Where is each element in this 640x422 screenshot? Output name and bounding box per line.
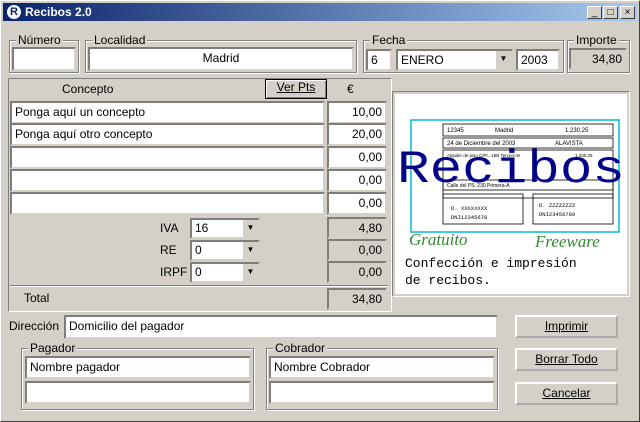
imprimir-button[interactable]: Imprimir bbox=[515, 315, 618, 338]
logo-tagline-1: Confección e impresión bbox=[405, 256, 577, 271]
pagador-label: Pagador bbox=[28, 341, 78, 355]
concepto-header: Concepto bbox=[62, 82, 114, 96]
receipt-city: Madrid bbox=[495, 128, 513, 134]
re-label: RE bbox=[160, 243, 177, 257]
receipt-payer-dni: DNI12345678 bbox=[451, 214, 487, 221]
amount-input-1[interactable]: 10,00 bbox=[327, 101, 387, 124]
receipt-collector-name: D. ZZZZZZZZ bbox=[539, 202, 576, 209]
amount-input-2[interactable]: 20,00 bbox=[327, 123, 387, 146]
concepto-input-2[interactable]: Ponga aquí otro concepto bbox=[10, 123, 325, 146]
logo-panel: 12345 Madrid 1.230,25 24 de Diciembre de… bbox=[395, 94, 627, 294]
chevron-down-icon[interactable]: ▼ bbox=[495, 51, 511, 69]
cobrador-name-input[interactable]: Nombre Cobrador bbox=[269, 356, 495, 379]
logo-freeware: Freeware bbox=[534, 232, 600, 251]
amount-input-5[interactable]: 0,00 bbox=[327, 192, 387, 215]
cancelar-button[interactable]: Cancelar bbox=[515, 382, 618, 405]
cancelar-label: Cancelar bbox=[542, 386, 591, 400]
ver-pts-button[interactable]: Ver Pts bbox=[265, 79, 327, 99]
importe-label: Importe bbox=[574, 33, 619, 47]
receipt-amount: 1.230,25 bbox=[565, 128, 589, 134]
window-title: Recibos 2.0 bbox=[25, 5, 92, 19]
app-icon: R bbox=[7, 5, 21, 19]
borrar-todo-label: Borrar Todo bbox=[535, 352, 598, 366]
cobrador-dni-input[interactable] bbox=[269, 381, 495, 404]
fecha-year-input[interactable]: 2003 bbox=[516, 49, 560, 71]
pagador-name-input[interactable]: Nombre pagador bbox=[25, 356, 251, 379]
fecha-day-input[interactable]: 6 bbox=[366, 49, 392, 71]
receipt-payer-name: D. XXXXXXXX bbox=[451, 205, 488, 212]
total-divider bbox=[10, 285, 388, 287]
receipt-collector-dni: DNI23456789 bbox=[539, 211, 575, 218]
re-amount: 0,00 bbox=[327, 239, 387, 261]
maximize-button[interactable]: □ bbox=[603, 6, 618, 19]
euro-header: € bbox=[347, 82, 354, 96]
numero-input[interactable] bbox=[12, 47, 76, 71]
re-select[interactable]: 0 ▼ bbox=[190, 240, 260, 261]
amount-input-4[interactable]: 0,00 bbox=[327, 169, 387, 192]
total-value: 34,80 bbox=[327, 288, 387, 310]
concepto-input-5[interactable] bbox=[10, 192, 325, 215]
chevron-down-icon[interactable]: ▼ bbox=[242, 220, 258, 237]
logo-title: Recibos bbox=[397, 144, 625, 196]
logo-illustration: 12345 Madrid 1.230,25 24 de Diciembre de… bbox=[397, 119, 625, 288]
fecha-month-value: ENERO bbox=[401, 53, 444, 67]
main-window: R Recibos 2.0 _ □ × Número Localidad Mad… bbox=[0, 0, 640, 422]
chevron-down-icon[interactable]: ▼ bbox=[242, 242, 258, 259]
iva-amount: 4,80 bbox=[327, 217, 387, 239]
total-label: Total bbox=[24, 291, 50, 305]
concepto-input-3[interactable] bbox=[10, 146, 325, 169]
direccion-input[interactable]: Domicilio del pagador bbox=[64, 315, 498, 339]
close-button[interactable]: × bbox=[620, 6, 635, 19]
imprimir-label: Imprimir bbox=[544, 319, 589, 333]
amount-input-3[interactable]: 0,00 bbox=[327, 146, 387, 169]
irpf-select[interactable]: 0 ▼ bbox=[190, 262, 260, 283]
irpf-amount: 0,00 bbox=[327, 261, 387, 283]
cobrador-label: Cobrador bbox=[273, 341, 328, 355]
iva-rate: 16 bbox=[195, 221, 209, 235]
localidad-label: Localidad bbox=[92, 33, 148, 47]
receipt-num: 12345 bbox=[447, 128, 464, 134]
direccion-label: Dirección bbox=[9, 319, 60, 333]
numero-label: Número bbox=[16, 33, 63, 47]
concepto-input-4[interactable] bbox=[10, 169, 325, 192]
importe-value: 34,80 bbox=[569, 48, 627, 70]
logo-tagline-2: de recibos. bbox=[405, 273, 491, 288]
iva-label: IVA bbox=[160, 221, 179, 235]
borrar-todo-button[interactable]: Borrar Todo bbox=[515, 348, 618, 371]
irpf-label: IRPF bbox=[160, 265, 188, 279]
minimize-button[interactable]: _ bbox=[587, 6, 602, 19]
chevron-down-icon[interactable]: ▼ bbox=[242, 264, 258, 281]
pagador-dni-input[interactable] bbox=[25, 381, 251, 404]
title-bar[interactable]: R Recibos 2.0 _ □ × bbox=[3, 3, 637, 21]
logo-gratuito: Gratuito bbox=[409, 230, 468, 249]
irpf-rate: 0 bbox=[195, 265, 202, 279]
iva-select[interactable]: 16 ▼ bbox=[190, 218, 260, 239]
fecha-label: Fecha bbox=[370, 33, 408, 47]
fecha-month-select[interactable]: ENERO ▼ bbox=[396, 49, 513, 71]
concepto-input-1[interactable]: Ponga aquí un concepto bbox=[10, 101, 325, 124]
ver-pts-label: Ver Pts bbox=[276, 80, 316, 94]
re-rate: 0 bbox=[195, 243, 202, 257]
localidad-input[interactable]: Madrid bbox=[88, 47, 354, 71]
